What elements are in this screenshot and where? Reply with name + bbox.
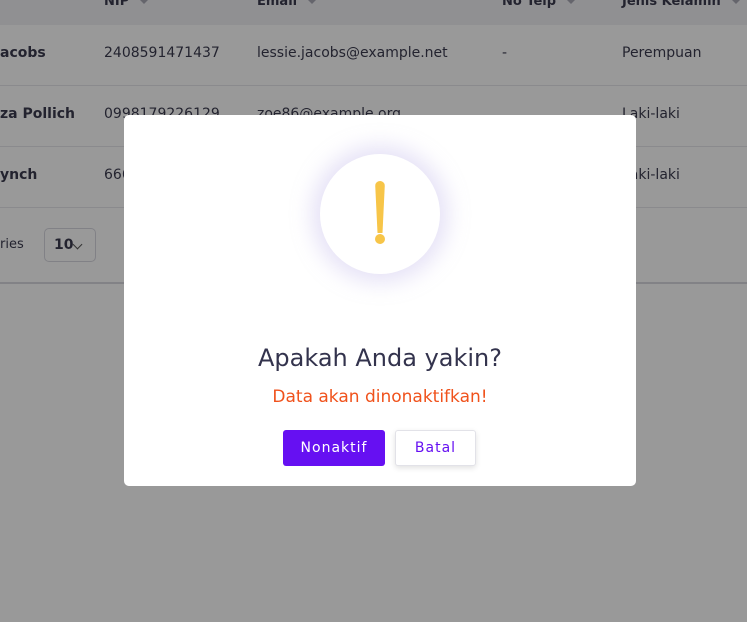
cancel-button[interactable]: Batal bbox=[395, 430, 476, 466]
dialog-message: Data akan dinonaktifkan! bbox=[272, 387, 488, 407]
deactivate-button[interactable]: Nonaktif bbox=[283, 430, 385, 466]
dialog-title: Apakah Anda yakin? bbox=[257, 344, 502, 372]
confirm-dialog: Apakah Anda yakin? Data akan dinonaktifk… bbox=[124, 115, 636, 486]
warning-icon bbox=[320, 154, 440, 274]
warning-exclamation-bar bbox=[375, 181, 385, 233]
warning-exclamation-dot bbox=[375, 234, 385, 244]
